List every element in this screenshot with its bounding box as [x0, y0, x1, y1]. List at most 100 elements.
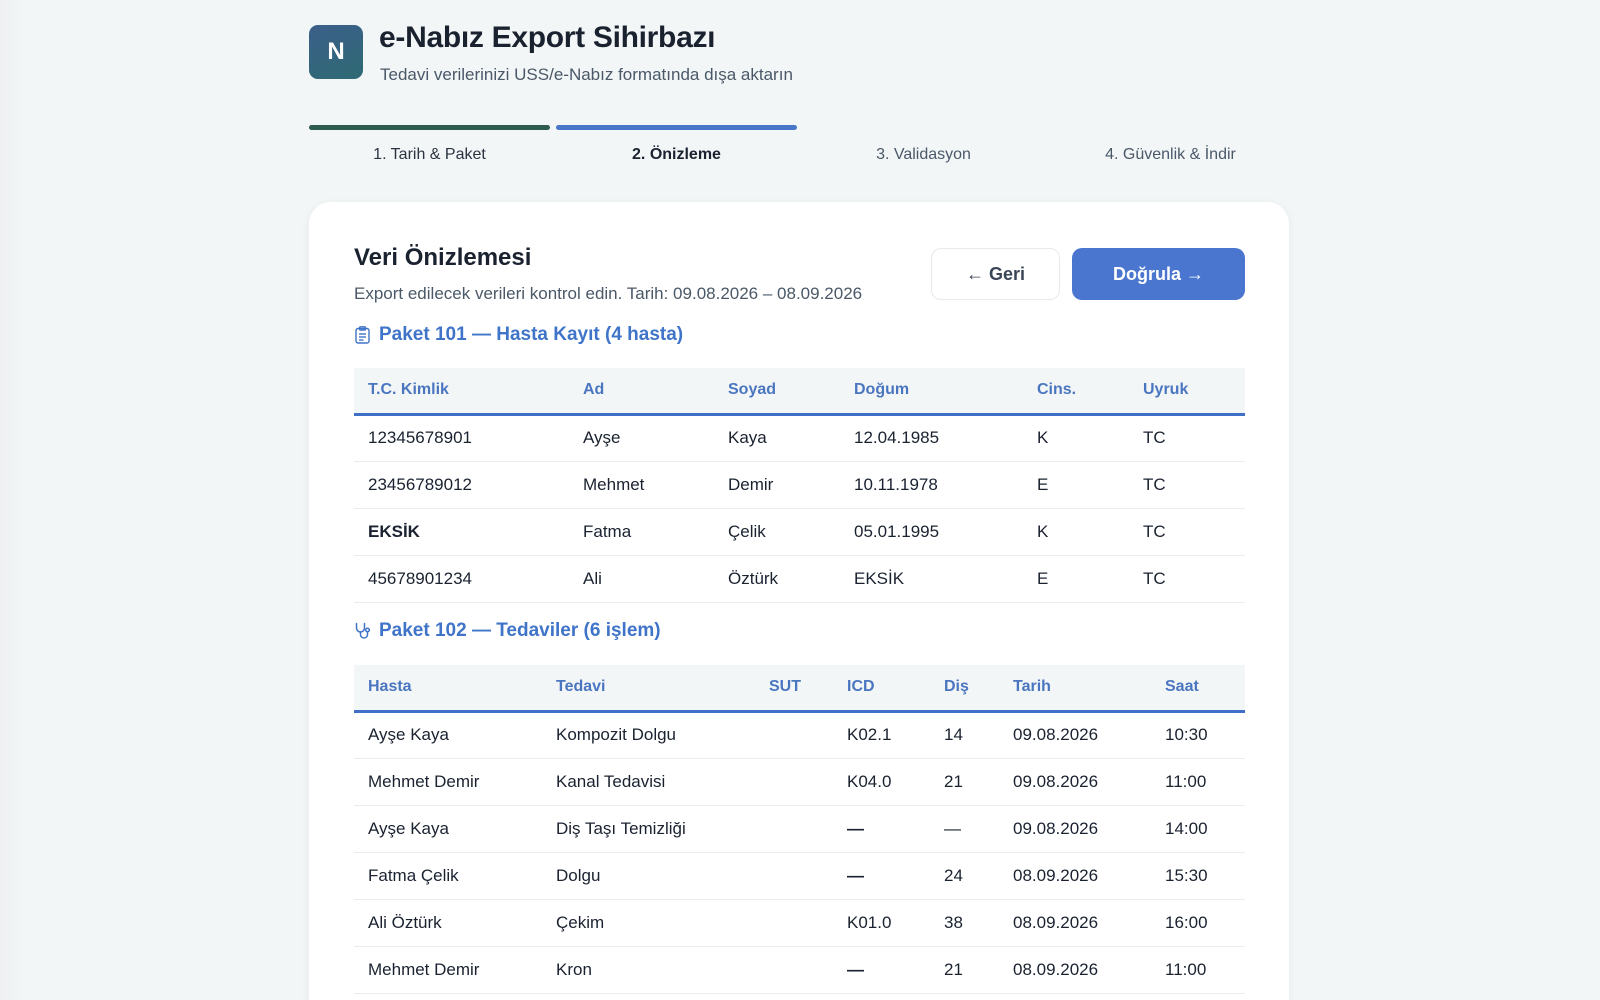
stethoscope-icon: [355, 622, 371, 639]
column-header[interactable]: Doğum: [840, 368, 1023, 416]
page-title: e-Nabız Export Sihirbazı: [379, 21, 716, 54]
column-header[interactable]: SUT: [755, 665, 833, 713]
patient-cell: Ali Öztürk: [354, 899, 542, 947]
column-header[interactable]: T.C. Kimlik: [354, 368, 569, 416]
table-row[interactable]: EKSİK Fatma Çelik 05.01.1995 K TC: [354, 508, 1245, 556]
icd-cell-missing: —: [833, 805, 930, 853]
name-cell: Ali: [569, 555, 714, 603]
column-header[interactable]: Diş: [930, 665, 999, 713]
nationality-cell: TC: [1129, 508, 1245, 556]
date-cell: 08.09.2026: [999, 899, 1151, 947]
patient-cell: Ayşe Kaya: [354, 711, 542, 759]
date-cell: 09.08.2026: [999, 805, 1151, 853]
wizard-stepper: 1. Tarih & Paket 2. Önizleme 3. Validasy…: [309, 125, 1293, 175]
surname-cell: Demir: [714, 461, 840, 509]
time-cell: 11:00: [1151, 758, 1245, 806]
table-row[interactable]: Ali Öztürk Çekim K01.0 38 08.09.2026 16:…: [354, 899, 1245, 947]
time-cell: 11:00: [1151, 946, 1245, 994]
tc-cell: 45678901234: [354, 555, 569, 603]
icd-cell-missing: —: [833, 852, 930, 900]
table-row[interactable]: 23456789012 Mehmet Demir 10.11.1978 E TC: [354, 461, 1245, 509]
table-row[interactable]: 12345678901 Ayşe Kaya 12.04.1985 K TC: [354, 414, 1245, 462]
patient-cell: Fatma Çelik: [354, 852, 542, 900]
treatment-cell: Kanal Tedavisi: [542, 758, 755, 806]
table-row[interactable]: Ayşe Kaya Diş Taşı Temizliği — — 09.08.2…: [354, 805, 1245, 853]
card-subtitle: Export edilecek verileri kontrol edin. T…: [354, 284, 863, 303]
sut-cell: [755, 946, 833, 994]
sut-cell: [755, 899, 833, 947]
step-tarih-paket[interactable]: 1. Tarih & Paket: [309, 125, 550, 175]
nationality-cell: TC: [1129, 414, 1245, 462]
patient-cell: Mehmet Demir: [354, 758, 542, 806]
date-cell: 09.08.2026: [999, 711, 1151, 759]
birth-cell: 10.11.1978: [840, 461, 1023, 509]
patient-table: T.C. Kimlik Ad Soyad Doğum Cins. Uyruk 1…: [354, 368, 1245, 603]
preview-card: Veri Önizlemesi Export edilecek verileri…: [309, 202, 1289, 1000]
treatment-cell: Kompozit Dolgu: [542, 711, 755, 759]
table-header-row: Hasta Tedavi SUT ICD Diş Tarih Saat: [354, 665, 1245, 713]
time-cell: 10:30: [1151, 711, 1245, 759]
column-header[interactable]: Cins.: [1023, 368, 1129, 416]
treatment-cell: Diş Taşı Temizliği: [542, 805, 755, 853]
gender-cell: E: [1023, 461, 1129, 509]
table-row[interactable]: Mehmet Demir Kanal Tedavisi K04.0 21 09.…: [354, 758, 1245, 806]
step-guvenlik-indir[interactable]: 4. Güvenlik & İndir: [1050, 125, 1291, 175]
table-header-row: T.C. Kimlik Ad Soyad Doğum Cins. Uyruk: [354, 368, 1245, 416]
sut-cell: [755, 852, 833, 900]
time-cell: 14:00: [1151, 805, 1245, 853]
icd-cell-missing: —: [833, 946, 930, 994]
package-102-title-text: Paket 102 — Tedaviler (6 işlem): [379, 620, 661, 641]
step-onizleme[interactable]: 2. Önizleme: [556, 125, 797, 175]
app-header: N e-Nabız Export Sihirbazı Tedavi verile…: [309, 0, 1289, 110]
sut-cell: [755, 711, 833, 759]
gender-cell: K: [1023, 414, 1129, 462]
tc-cell: 12345678901: [354, 414, 569, 462]
column-header[interactable]: ICD: [833, 665, 930, 713]
step-label: 3. Validasyon: [876, 146, 971, 163]
time-cell: 15:30: [1151, 852, 1245, 900]
package-101-title: Paket 101 — Hasta Kayıt (4 hasta): [354, 324, 683, 346]
name-cell: Ayşe: [569, 414, 714, 462]
step-validasyon[interactable]: 3. Validasyon: [803, 125, 1044, 175]
card-title: Veri Önizlemesi: [354, 244, 532, 271]
tooth-cell: 21: [930, 946, 999, 994]
tc-cell-missing: EKSİK: [354, 508, 569, 556]
step-progress-bar: [1050, 125, 1291, 130]
step-progress-bar: [309, 125, 550, 130]
surname-cell: Öztürk: [714, 555, 840, 603]
table-row[interactable]: Mehmet Demir Kron — 21 08.09.2026 11:00: [354, 946, 1245, 994]
name-cell: Mehmet: [569, 461, 714, 509]
table-row[interactable]: Fatma Çelik Dolgu — 24 08.09.2026 15:30: [354, 852, 1245, 900]
nationality-cell: TC: [1129, 555, 1245, 603]
column-header[interactable]: Ad: [569, 368, 714, 416]
app-logo: N: [309, 25, 363, 79]
column-header[interactable]: Saat: [1151, 665, 1245, 713]
treatment-cell: Kron: [542, 946, 755, 994]
sut-cell: [755, 758, 833, 806]
step-label: 2. Önizleme: [632, 146, 721, 163]
column-header[interactable]: Soyad: [714, 368, 840, 416]
gender-cell: K: [1023, 508, 1129, 556]
patient-cell: Ayşe Kaya: [354, 805, 542, 853]
name-cell: Fatma: [569, 508, 714, 556]
validate-button[interactable]: Doğrula →: [1072, 248, 1245, 300]
birth-cell: 12.04.1985: [840, 414, 1023, 462]
date-cell: 08.09.2026: [999, 946, 1151, 994]
step-progress-bar: [803, 125, 1044, 130]
birth-cell-missing: EKSİK: [840, 555, 1023, 603]
column-header[interactable]: Tarih: [999, 665, 1151, 713]
icd-cell: K01.0: [833, 899, 930, 947]
back-button[interactable]: ← Geri: [931, 248, 1060, 300]
table-row[interactable]: Ayşe Kaya Kompozit Dolgu K02.1 14 09.08.…: [354, 711, 1245, 759]
table-row[interactable]: 45678901234 Ali Öztürk EKSİK E TC: [354, 555, 1245, 603]
clipboard-icon: [355, 326, 370, 344]
date-cell: 08.09.2026: [999, 852, 1151, 900]
column-header[interactable]: Uyruk: [1129, 368, 1245, 416]
tooth-cell: 38: [930, 899, 999, 947]
column-header[interactable]: Tedavi: [542, 665, 755, 713]
column-header[interactable]: Hasta: [354, 665, 542, 713]
time-cell: 16:00: [1151, 899, 1245, 947]
treatment-table: Hasta Tedavi SUT ICD Diş Tarih Saat Ayşe…: [354, 665, 1245, 994]
surname-cell: Kaya: [714, 414, 840, 462]
tooth-cell: 24: [930, 852, 999, 900]
